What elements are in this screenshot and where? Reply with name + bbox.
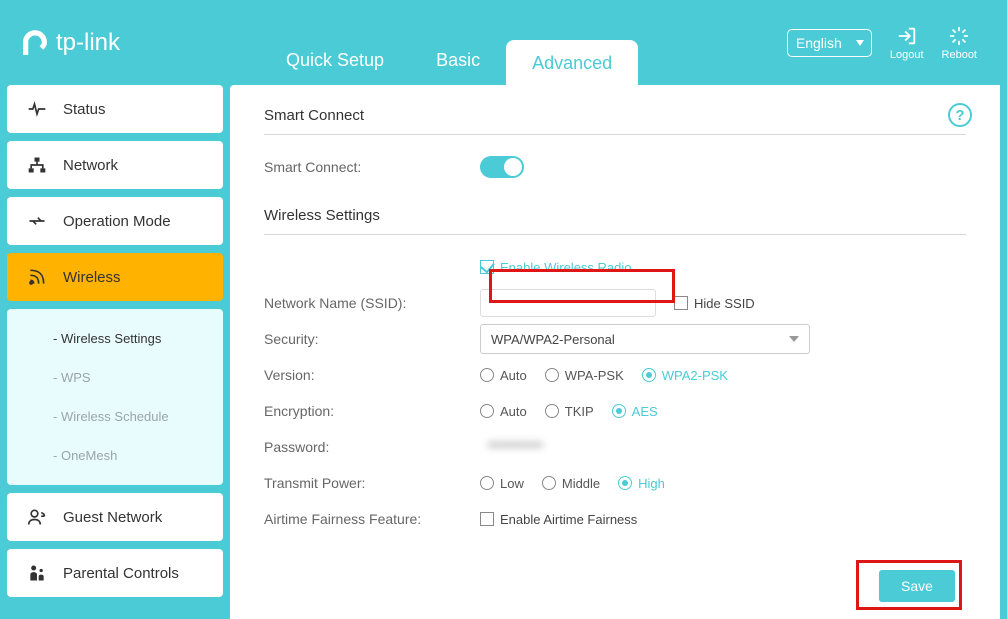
sidebar-label: Status: [63, 101, 106, 118]
checkbox-label: Enable Airtime Fairness: [500, 512, 637, 527]
network-icon: [27, 155, 47, 175]
row-airtime-fairness: Airtime Fairness Feature: Enable Airtime…: [264, 501, 966, 537]
label-transmit-power: Transmit Power:: [264, 475, 480, 491]
label-smart-connect: Smart Connect:: [264, 159, 480, 175]
label-ssid: Network Name (SSID):: [264, 295, 480, 311]
logout-label: Logout: [890, 49, 924, 61]
toggle-smart-connect[interactable]: [480, 156, 524, 178]
sidebar-item-status[interactable]: Status: [7, 85, 223, 133]
brand-logo: tp-link: [0, 0, 230, 85]
language-select[interactable]: English: [787, 29, 872, 57]
logout-button[interactable]: Logout: [890, 25, 924, 61]
section-wireless-settings: Wireless Settings: [264, 207, 966, 235]
submenu-onemesh[interactable]: - OneMesh: [7, 436, 223, 475]
submenu-wps[interactable]: - WPS: [7, 358, 223, 397]
save-button[interactable]: Save: [879, 570, 955, 602]
top-right-controls: English Logout Reboot: [787, 25, 1007, 61]
radio-encryption-auto[interactable]: Auto: [480, 404, 527, 419]
submenu-wireless-schedule[interactable]: - Wireless Schedule: [7, 397, 223, 436]
radio-txpower-high[interactable]: High: [618, 476, 665, 491]
top-bar: tp-link Quick Setup Basic Advanced Engli…: [0, 0, 1007, 85]
sidebar-item-operation-mode[interactable]: Operation Mode: [7, 197, 223, 245]
sidebar-item-parental-controls[interactable]: Parental Controls: [7, 549, 223, 597]
reboot-label: Reboot: [942, 49, 977, 61]
row-encryption: Encryption: Auto TKIP AES: [264, 393, 966, 429]
row-version: Version: Auto WPA-PSK WPA2-PSK: [264, 357, 966, 393]
checkbox-hide-ssid[interactable]: Hide SSID: [674, 296, 755, 311]
sidebar-submenu: - Wireless Settings - WPS - Wireless Sch…: [7, 309, 223, 485]
ssid-input[interactable]: [480, 289, 656, 317]
row-transmit-power: Transmit Power: Low Middle High: [264, 465, 966, 501]
checkbox-label: Hide SSID: [694, 296, 755, 311]
sidebar-label: Operation Mode: [63, 213, 171, 230]
main-panel: ? Smart Connect Smart Connect: Wireless …: [230, 85, 1000, 619]
select-value: WPA/WPA2-Personal: [491, 332, 615, 347]
checkbox-icon: [480, 260, 494, 274]
tab-basic[interactable]: Basic: [410, 35, 506, 85]
row-enable-radio: Enable Wireless Radio: [264, 249, 966, 285]
sidebar-label: Parental Controls: [63, 565, 179, 582]
tplink-icon: [20, 28, 50, 58]
checkbox-airtime-fairness[interactable]: Enable Airtime Fairness: [480, 512, 637, 527]
row-security: Security: WPA/WPA2-Personal: [264, 321, 966, 357]
sidebar-label: Guest Network: [63, 509, 162, 526]
label-security: Security:: [264, 331, 480, 347]
operation-mode-icon: [27, 211, 47, 231]
radio-version-auto[interactable]: Auto: [480, 368, 527, 383]
password-input[interactable]: ••••••••••••: [480, 433, 656, 461]
label-password: Password:: [264, 439, 480, 455]
wireless-icon: [27, 267, 47, 287]
guest-network-icon: [27, 507, 47, 527]
submenu-wireless-settings[interactable]: - Wireless Settings: [7, 319, 223, 358]
radio-encryption-aes[interactable]: AES: [612, 404, 658, 419]
tab-quick-setup[interactable]: Quick Setup: [260, 35, 410, 85]
checkbox-icon: [480, 512, 494, 526]
sidebar-item-network[interactable]: Network: [7, 141, 223, 189]
language-select-wrap: English: [787, 29, 872, 57]
sidebar-item-wireless[interactable]: Wireless: [7, 253, 223, 301]
sidebar: Status Network Operation Mode Wireless -…: [0, 85, 230, 619]
sidebar-label: Network: [63, 157, 118, 174]
brand-text: tp-link: [56, 29, 120, 57]
sidebar-label: Wireless: [63, 269, 121, 286]
reboot-icon: [948, 25, 970, 47]
radio-txpower-middle[interactable]: Middle: [542, 476, 600, 491]
label-encryption: Encryption:: [264, 403, 480, 419]
label-version: Version:: [264, 367, 480, 383]
row-password: Password: ••••••••••••: [264, 429, 966, 465]
section-smart-connect: Smart Connect: [264, 107, 966, 135]
radio-encryption-tkip[interactable]: TKIP: [545, 404, 594, 419]
security-select[interactable]: WPA/WPA2-Personal: [480, 324, 810, 354]
checkbox-enable-wireless-radio[interactable]: Enable Wireless Radio: [480, 260, 632, 275]
checkbox-icon: [674, 296, 688, 310]
sidebar-item-guest-network[interactable]: Guest Network: [7, 493, 223, 541]
row-smart-connect: Smart Connect:: [264, 149, 966, 185]
label-airtime: Airtime Fairness Feature:: [264, 511, 480, 527]
reboot-button[interactable]: Reboot: [942, 25, 977, 61]
radio-version-wpa2-psk[interactable]: WPA2-PSK: [642, 368, 728, 383]
nav-tabs: Quick Setup Basic Advanced: [260, 0, 638, 85]
help-button[interactable]: ?: [948, 103, 972, 127]
radio-version-wpa-psk[interactable]: WPA-PSK: [545, 368, 624, 383]
chevron-down-icon: [789, 336, 799, 342]
tab-advanced[interactable]: Advanced: [506, 40, 638, 86]
body: Status Network Operation Mode Wireless -…: [0, 85, 1007, 619]
parental-controls-icon: [27, 563, 47, 583]
row-ssid: Network Name (SSID): Hide SSID: [264, 285, 966, 321]
checkbox-label: Enable Wireless Radio: [500, 260, 632, 275]
radio-txpower-low[interactable]: Low: [480, 476, 524, 491]
status-icon: [27, 99, 47, 119]
logout-icon: [896, 25, 918, 47]
